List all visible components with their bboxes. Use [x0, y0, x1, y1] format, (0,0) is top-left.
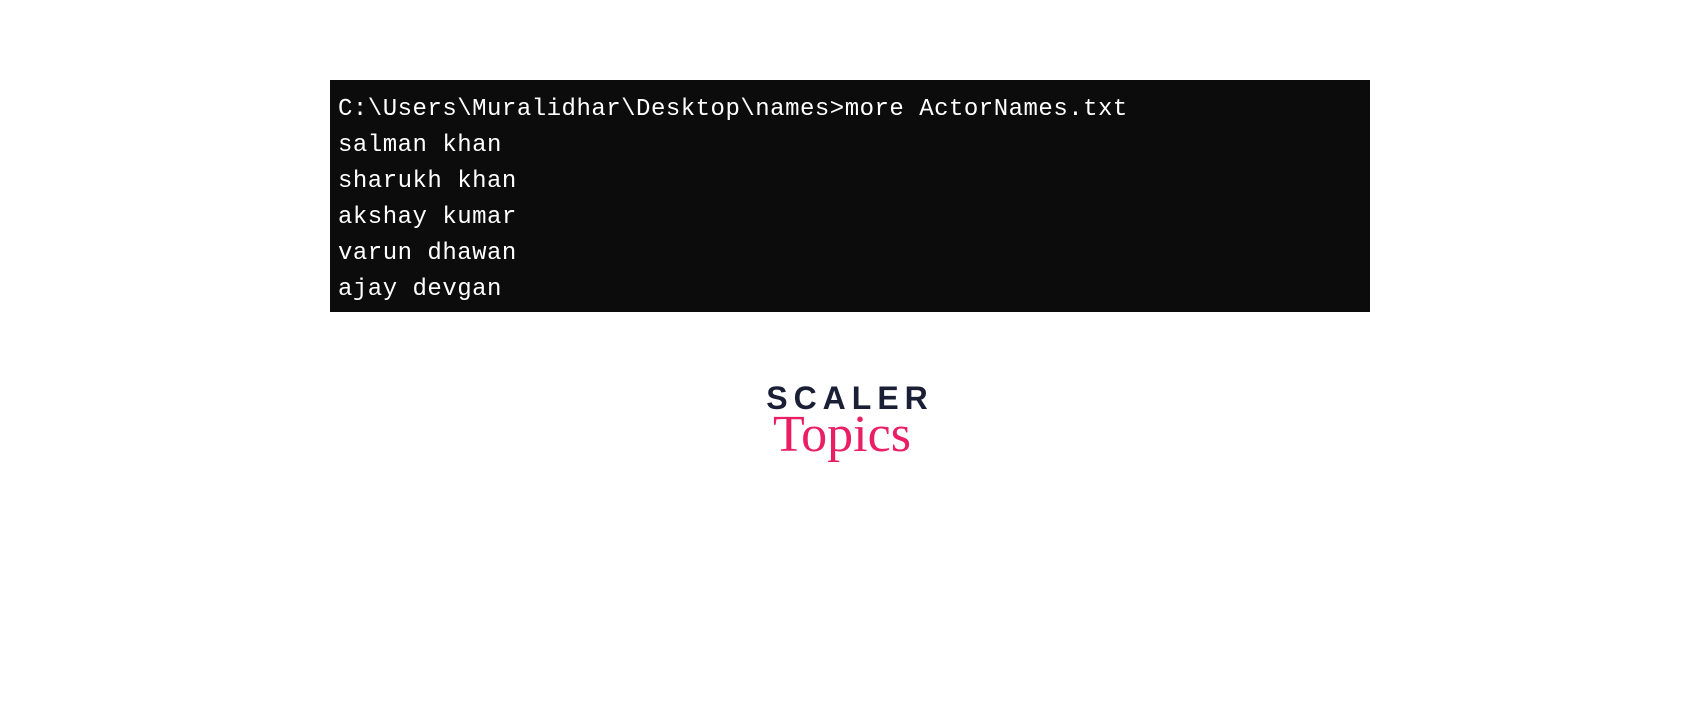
output-line: akshay kumar [338, 200, 1362, 236]
logo-sub-text: Topics [773, 412, 911, 459]
output-line: sharukh khan [338, 164, 1362, 200]
output-line: salman khan [338, 128, 1362, 164]
output-line: varun dhawan [338, 236, 1362, 272]
command-text: more ActorNames.txt [845, 96, 1128, 123]
output-line: ajay devgan [338, 272, 1362, 308]
command-prompt-window[interactable]: C:\Users\Muralidhar\Desktop\names>more A… [330, 80, 1370, 312]
prompt-path: C:\Users\Muralidhar\Desktop\names> [338, 96, 845, 123]
prompt-line: C:\Users\Muralidhar\Desktop\names>more A… [338, 92, 1362, 128]
scaler-logo: SCALER Topics [766, 382, 934, 459]
